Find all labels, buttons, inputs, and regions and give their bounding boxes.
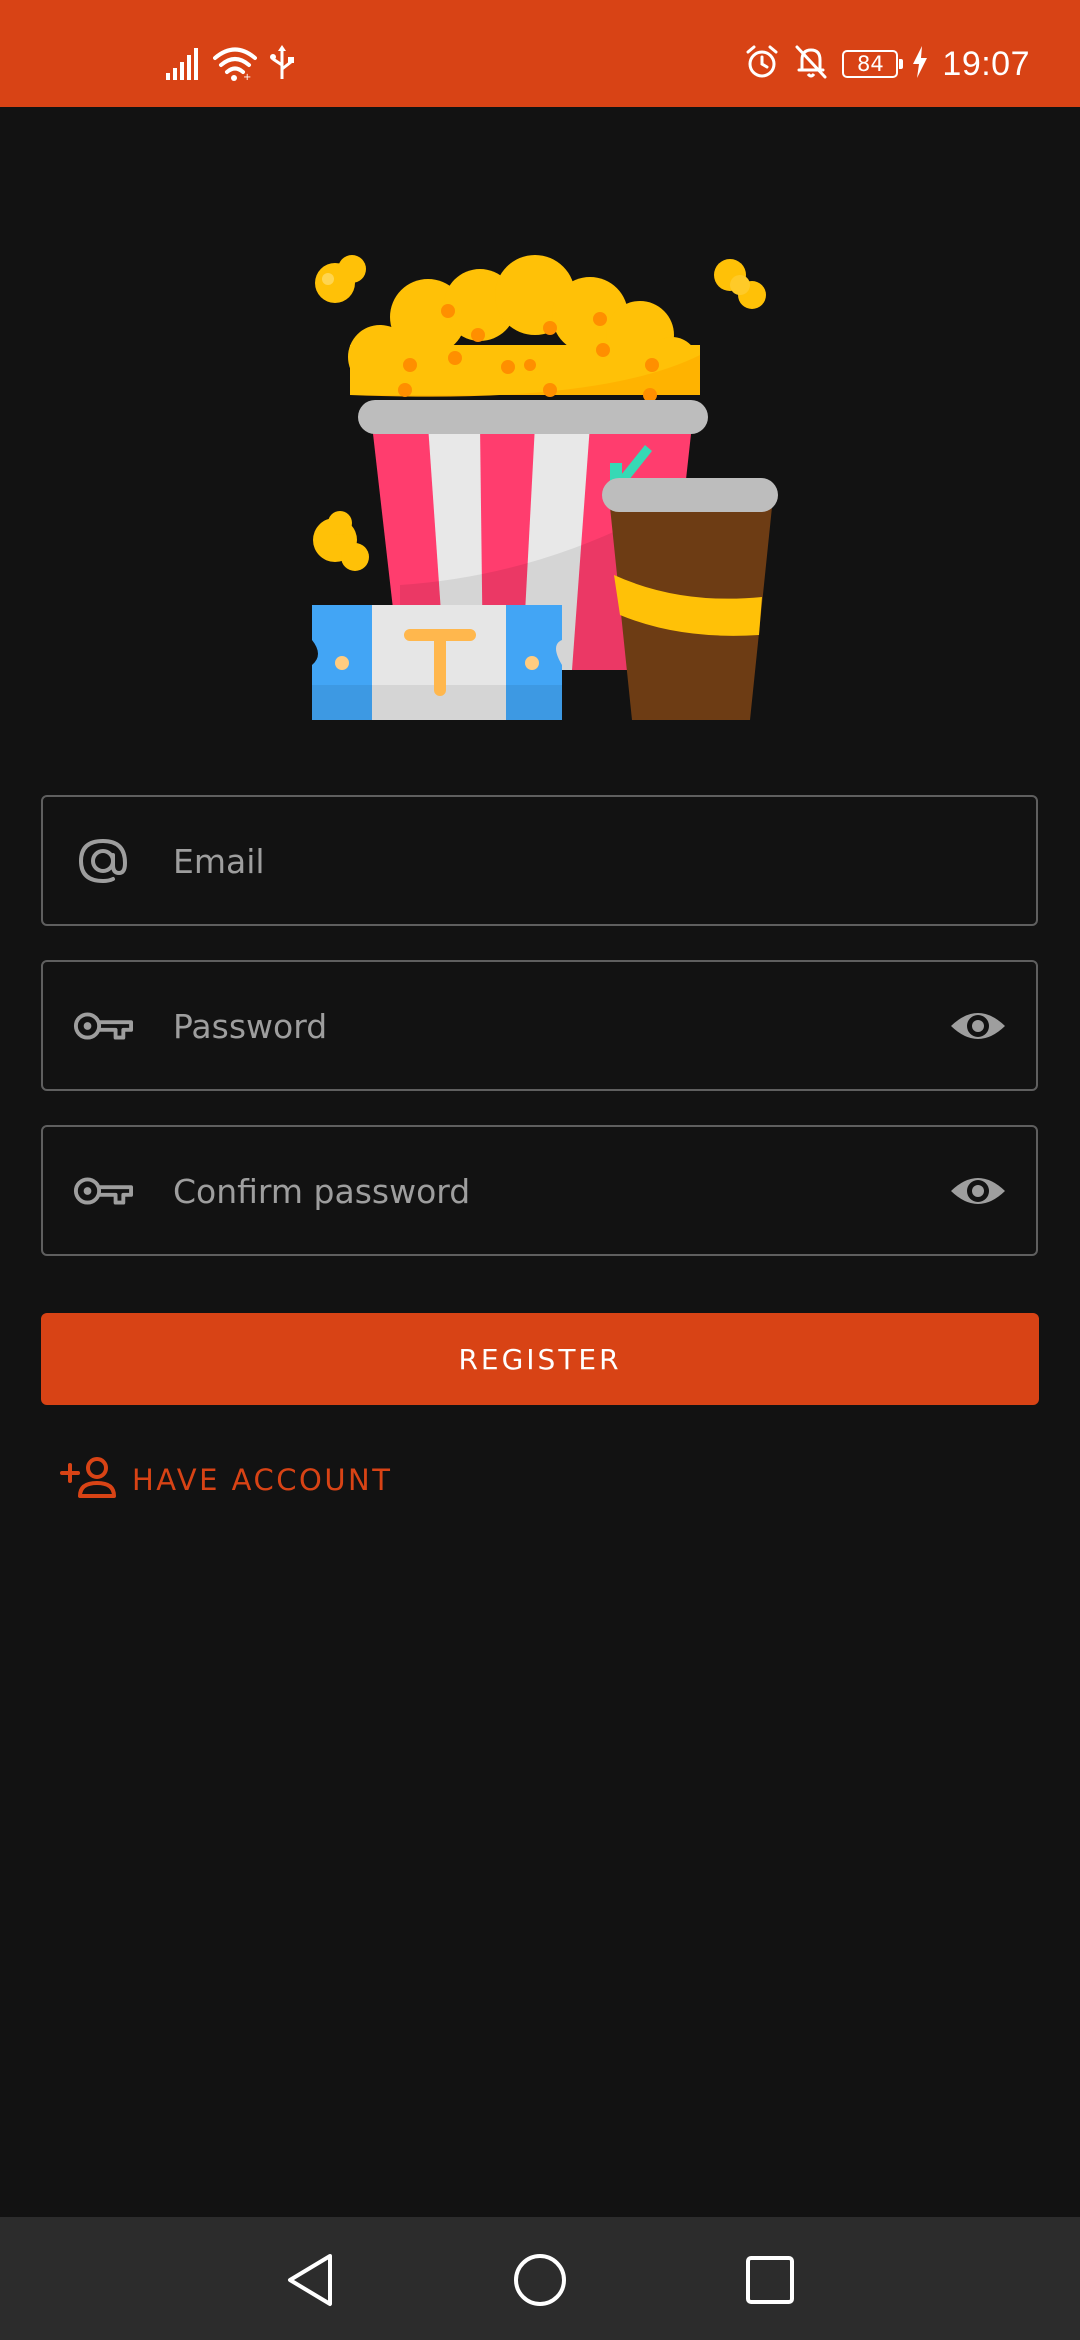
email-input[interactable] xyxy=(173,817,953,905)
have-account-label: HAVE ACCOUNT xyxy=(132,1463,393,1497)
wifi-icon: + xyxy=(213,47,257,85)
status-bar: + 84 19:07 xyxy=(0,0,1080,107)
back-triangle-icon[interactable] xyxy=(280,2250,340,2310)
status-right-icons: 84 19:07 xyxy=(744,44,1030,84)
status-time: 19:07 xyxy=(942,44,1030,83)
popcorn-soda-ticket-icon xyxy=(300,245,785,725)
email-field[interactable] xyxy=(41,795,1038,926)
bell-off-icon xyxy=(794,44,828,84)
signal-icon xyxy=(165,47,201,85)
eye-icon[interactable] xyxy=(948,1002,1008,1050)
register-button-label: REGISTER xyxy=(458,1342,622,1376)
usb-icon xyxy=(269,45,295,85)
password-field[interactable] xyxy=(41,960,1038,1091)
home-circle-icon[interactable] xyxy=(510,2250,570,2310)
svg-text:+: + xyxy=(243,72,251,81)
key-icon xyxy=(73,1165,133,1217)
alarm-icon xyxy=(744,44,780,84)
add-person-icon xyxy=(60,1456,120,1504)
battery-level: 84 xyxy=(857,51,884,76)
battery-icon: 84 xyxy=(842,50,904,78)
key-icon xyxy=(73,1000,133,1052)
register-button[interactable]: REGISTER xyxy=(41,1313,1039,1405)
confirm-password-input[interactable] xyxy=(173,1147,953,1235)
eye-icon[interactable] xyxy=(948,1167,1008,1215)
password-input[interactable] xyxy=(173,982,953,1070)
status-left-icons: + xyxy=(165,45,295,85)
charging-icon xyxy=(912,46,928,82)
navigation-bar xyxy=(0,2217,1080,2340)
confirm-password-field[interactable] xyxy=(41,1125,1038,1256)
have-account-button[interactable]: HAVE ACCOUNT xyxy=(60,1455,392,1505)
at-icon xyxy=(73,835,133,887)
recents-square-icon[interactable] xyxy=(740,2250,800,2310)
